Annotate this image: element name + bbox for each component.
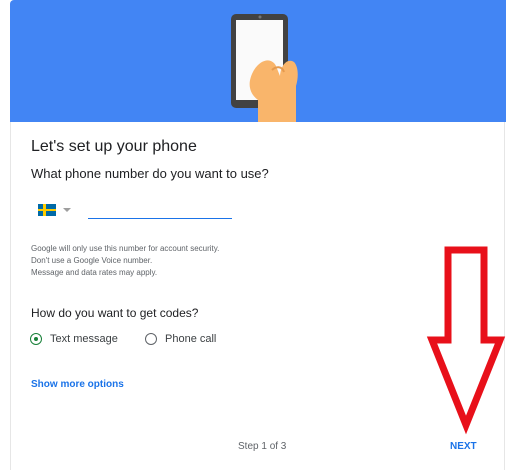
note-line: Don't use a Google Voice number.: [31, 256, 153, 265]
phone-call-option[interactable]: Phone call: [145, 333, 216, 345]
step-indicator: Step 1 of 3: [238, 441, 287, 452]
page-title: Let's set up your phone: [31, 138, 197, 155]
caret-down-icon: [63, 208, 71, 212]
hand-holding-phone-illustration: [231, 14, 298, 122]
codes-question: How do you want to get codes?: [31, 306, 199, 320]
phone-number-question: What phone number do you want to use?: [31, 166, 269, 181]
note-line: Message and data rates may apply.: [31, 268, 158, 277]
radio-unchecked-icon[interactable]: [145, 333, 157, 345]
phone-call-label: Phone call: [165, 333, 217, 345]
country-selector[interactable]: [38, 203, 78, 217]
show-more-options-link[interactable]: Show more options: [31, 379, 124, 390]
radio-checked-icon[interactable]: [30, 333, 42, 345]
phone-number-input[interactable]: [88, 200, 232, 219]
note-line: Google will only use this number for acc…: [31, 244, 220, 253]
security-notes: Google will only use this number for acc…: [31, 243, 219, 279]
header-illustration-banner: [10, 0, 506, 122]
text-message-option[interactable]: Text message: [30, 333, 118, 345]
next-button[interactable]: NEXT: [450, 441, 477, 452]
sweden-flag-icon: [38, 204, 56, 216]
text-message-label: Text message: [50, 333, 118, 345]
